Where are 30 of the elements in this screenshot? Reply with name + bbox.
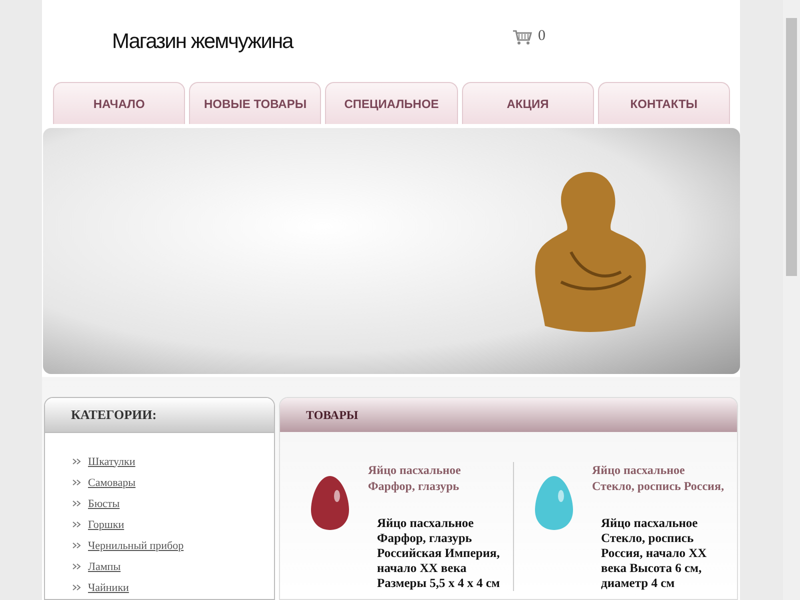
egg-drawing[interactable] <box>309 474 351 532</box>
category-link[interactable]: Шкатулки <box>88 456 136 468</box>
chevron-icon <box>72 542 81 549</box>
category-link[interactable]: Горшки <box>88 518 124 530</box>
cart-icon[interactable] <box>512 28 532 44</box>
sidebar-title: КАТЕГОРИИ: <box>45 398 274 433</box>
chevron-icon <box>72 521 81 528</box>
category-link[interactable]: Чайники <box>88 582 129 594</box>
store-logo[interactable]: Магазин жемчужина <box>112 30 442 54</box>
chevron-icon <box>72 500 81 507</box>
chevron-icon <box>72 584 81 591</box>
category-link[interactable]: Лампы <box>88 560 121 572</box>
nav-tab[interactable]: АКЦИЯ <box>462 82 594 124</box>
product-description: Яйцо пасхальное Фарфор, глазурь Российская Империя, начало XX века Размеры 5,5 x 4 x 4 см <box>376 516 501 591</box>
category-link[interactable]: Бюсты <box>88 498 120 510</box>
nav-tab[interactable]: НАЧАЛО <box>53 82 186 124</box>
nav-tab[interactable]: НОВЫЕ ТОВАРЫ <box>189 82 322 124</box>
chevron-icon <box>72 479 81 486</box>
nav-tab[interactable]: СПЕЦИАЛЬНОЕ <box>325 82 458 124</box>
category-link[interactable]: Самовары <box>88 476 136 488</box>
product-title[interactable]: Яйцо пасхальное Стекло, роспись Россия, <box>592 462 728 494</box>
products-title: ТОВАРЫ <box>280 398 737 432</box>
category-link[interactable]: Чернильный прибор <box>88 540 184 552</box>
scrollbar[interactable] <box>783 0 800 600</box>
product-description: Яйцо пасхальное Стекло, роспись Россия, начало XX века Высота 6 см, диаметр 4 см <box>600 516 708 591</box>
nav-tab[interactable]: КОНТАКТЫ <box>598 82 730 124</box>
chevron-icon <box>72 563 81 570</box>
product-title[interactable]: Яйцо пасхальное Фарфор, глазурь <box>368 462 504 494</box>
cart-count: 0 <box>538 28 546 45</box>
chevron-icon <box>72 458 81 465</box>
